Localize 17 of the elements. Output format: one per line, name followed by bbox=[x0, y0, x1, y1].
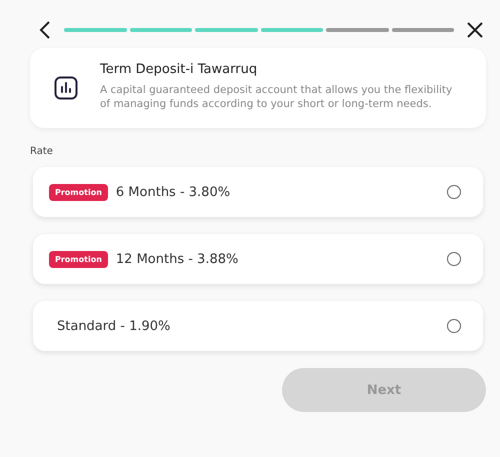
radio-button[interactable] bbox=[447, 319, 461, 333]
promotion-badge: Promotion bbox=[49, 250, 108, 268]
radio-button[interactable] bbox=[447, 252, 461, 266]
back-icon bbox=[38, 20, 52, 40]
rate-option[interactable]: Standard - 1.90% bbox=[33, 301, 483, 351]
section-label: Rate bbox=[30, 146, 54, 157]
rate-label: 6 Months - 3.80% bbox=[116, 184, 232, 200]
product-title: Term Deposit-i Tawarruq bbox=[100, 62, 258, 77]
rate-label: Standard - 1.90% bbox=[56, 318, 172, 334]
bar-chart-icon bbox=[54, 76, 78, 100]
radio-button[interactable] bbox=[447, 185, 461, 199]
promotion-badge: Promotion bbox=[49, 184, 108, 200]
close-icon bbox=[466, 21, 484, 39]
rate-label: 12 Months - 3.88% bbox=[116, 252, 240, 266]
product-description: A capital guaranteed deposit account that allows you the flexibility of managing funds according to your short or long-term needs. bbox=[100, 83, 454, 111]
rate-option[interactable]: Promotion 12 Months - 3.88% bbox=[33, 234, 483, 284]
rate-option[interactable]: Promotion 6 Months - 3.80% bbox=[33, 167, 483, 217]
